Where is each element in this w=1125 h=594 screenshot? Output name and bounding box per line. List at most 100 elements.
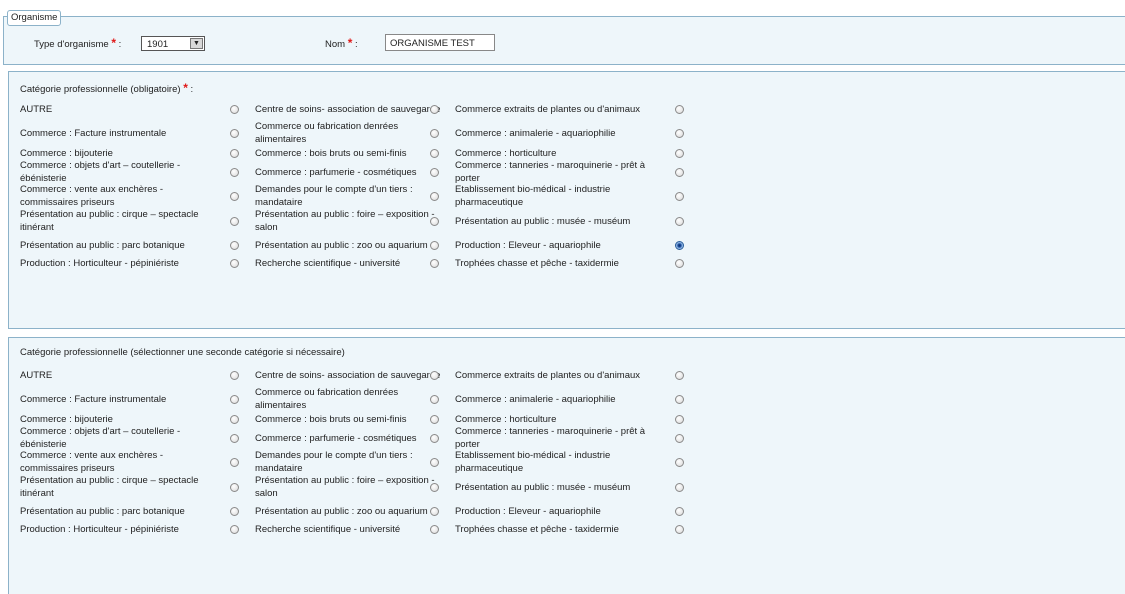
category-option-label: Etablissement bio-médical - industrie ph…	[455, 450, 655, 474]
category-radio[interactable]	[430, 458, 439, 467]
category-option-text: Production : Horticulteur - pépiniériste	[20, 523, 179, 535]
category-option-label: Présentation au public : musée - muséum	[455, 209, 655, 233]
category-radio[interactable]	[675, 192, 684, 201]
panel-title: Catégorie professionnelle (obligatoire) …	[20, 81, 193, 95]
category-panel-secondary: Catégorie professionnelle (sélectionner …	[8, 337, 1125, 594]
category-radio[interactable]	[430, 129, 439, 138]
category-option-label: Présentation au public : foire – exposit…	[255, 209, 445, 233]
category-option-label: Recherche scientifique - université	[255, 517, 445, 541]
category-radio[interactable]	[675, 458, 684, 467]
category-radio[interactable]	[230, 259, 239, 268]
category-option-label: Trophées chasse et pêche - taxidermie	[455, 517, 655, 541]
category-radio[interactable]	[230, 192, 239, 201]
organisme-legend: Organisme	[7, 10, 62, 26]
category-option-text: Présentation au public : musée - muséum	[455, 215, 631, 227]
nom-input[interactable]: ORGANISME TEST	[385, 34, 495, 51]
category-option-label: Présentation au public : musée - muséum	[455, 475, 655, 499]
category-radio[interactable]	[230, 129, 239, 138]
category-radio[interactable]	[675, 259, 684, 268]
category-radio[interactable]	[675, 105, 684, 114]
category-radio[interactable]	[230, 415, 239, 424]
category-option-text: Présentation au public : cirque – specta…	[20, 209, 199, 233]
required-asterisk: *	[111, 36, 116, 50]
category-radio[interactable]	[675, 129, 684, 138]
category-radio[interactable]	[230, 525, 239, 534]
category-option-text: Commerce : parfumerie - cosmétiques	[255, 166, 417, 178]
category-radio[interactable]	[675, 217, 684, 226]
required-asterisk: *	[347, 36, 353, 50]
category-radio[interactable]	[230, 105, 239, 114]
category-radio[interactable]	[675, 241, 684, 250]
category-radio[interactable]	[675, 483, 684, 492]
category-radio[interactable]	[430, 483, 439, 492]
category-radio[interactable]	[230, 458, 239, 467]
category-option-label: Commerce extraits de plantes ou d'animau…	[455, 363, 655, 387]
nom-label-text: Nom	[325, 39, 346, 50]
label-colon: :	[118, 39, 122, 50]
category-option-text: Présentation au public : zoo ou aquarium	[255, 239, 428, 251]
category-option-text: Présentation au public : parc botanique	[20, 505, 185, 517]
category-radio[interactable]	[430, 259, 439, 268]
category-option-text: Commerce : vente aux enchères - commissa…	[20, 450, 164, 474]
category-option-label: Présentation au public : foire – exposit…	[255, 475, 445, 499]
category-option-label: Demandes pour le compte d'un tiers : man…	[255, 450, 445, 474]
nom-label: Nom * :	[325, 36, 358, 50]
category-option-text: Etablissement bio-médical - industrie ph…	[455, 450, 611, 474]
category-option-text: Présentation au public : zoo ou aquarium	[255, 505, 428, 517]
category-radio[interactable]	[230, 168, 239, 177]
category-radio[interactable]	[430, 217, 439, 226]
category-radio[interactable]	[430, 507, 439, 516]
category-radio[interactable]	[230, 371, 239, 380]
category-radio[interactable]	[230, 241, 239, 250]
category-option-label: Production : Horticulteur - pépiniériste	[20, 517, 210, 541]
category-option-text: Commerce : Facture instrumentale	[20, 127, 167, 139]
category-radio[interactable]	[675, 371, 684, 380]
category-option-label: Commerce : vente aux enchères - commissa…	[20, 450, 210, 474]
category-radio[interactable]	[675, 395, 684, 404]
category-radio[interactable]	[675, 434, 684, 443]
chevron-down-icon[interactable]: ▼	[190, 38, 203, 49]
category-option-text: Commerce : Facture instrumentale	[20, 393, 167, 405]
category-option-label: Commerce extraits de plantes ou d'animau…	[455, 97, 655, 121]
category-radio[interactable]	[230, 434, 239, 443]
category-radio[interactable]	[430, 415, 439, 424]
category-option-label: Présentation au public : cirque – specta…	[20, 209, 210, 233]
category-radio[interactable]	[430, 241, 439, 250]
category-radio[interactable]	[230, 395, 239, 404]
category-radio[interactable]	[675, 415, 684, 424]
type-organisme-value: 1901	[147, 39, 169, 50]
category-radio[interactable]	[675, 168, 684, 177]
category-option-text: Recherche scientifique - université	[255, 523, 401, 535]
category-option-text: Centre de soins- association de sauvegar…	[255, 103, 441, 115]
category-radio[interactable]	[430, 105, 439, 114]
category-radio[interactable]	[230, 507, 239, 516]
category-radio[interactable]	[430, 371, 439, 380]
category-radio[interactable]	[430, 525, 439, 534]
category-radio[interactable]	[230, 483, 239, 492]
label-colon: :	[190, 84, 194, 95]
panel-title-text: Catégorie professionnelle (obligatoire)	[20, 84, 181, 95]
category-radio[interactable]	[675, 507, 684, 516]
category-radio[interactable]	[430, 192, 439, 201]
category-radio[interactable]	[430, 434, 439, 443]
category-radio[interactable]	[430, 149, 439, 158]
category-option-text: Production : Horticulteur - pépiniériste	[20, 257, 179, 269]
category-option-text: Etablissement bio-médical - industrie ph…	[455, 184, 611, 208]
category-option-text: Centre de soins- association de sauvegar…	[255, 369, 441, 381]
category-option-text: Présentation au public : foire – exposit…	[255, 209, 435, 233]
category-option-text: Présentation au public : foire – exposit…	[255, 475, 435, 499]
category-radio[interactable]	[430, 168, 439, 177]
category-radio[interactable]	[230, 217, 239, 226]
category-option-text: Trophées chasse et pêche - taxidermie	[455, 523, 619, 535]
category-option-label: Commerce : tanneries - maroquinerie - pr…	[455, 160, 655, 184]
category-option-text: Commerce : bijouterie	[20, 147, 113, 159]
category-option-label: Commerce : vente aux enchères - commissa…	[20, 184, 210, 208]
category-option-text: Présentation au public : parc botanique	[20, 239, 185, 251]
category-radio[interactable]	[430, 395, 439, 404]
type-organisme-select[interactable]: 1901 ▼	[141, 36, 205, 51]
category-radio[interactable]	[675, 525, 684, 534]
category-radio[interactable]	[230, 149, 239, 158]
category-option-text: Demandes pour le compte d'un tiers : man…	[255, 450, 413, 474]
category-radio[interactable]	[675, 149, 684, 158]
category-option-label: Commerce : objets d'art – coutellerie - …	[20, 160, 210, 184]
